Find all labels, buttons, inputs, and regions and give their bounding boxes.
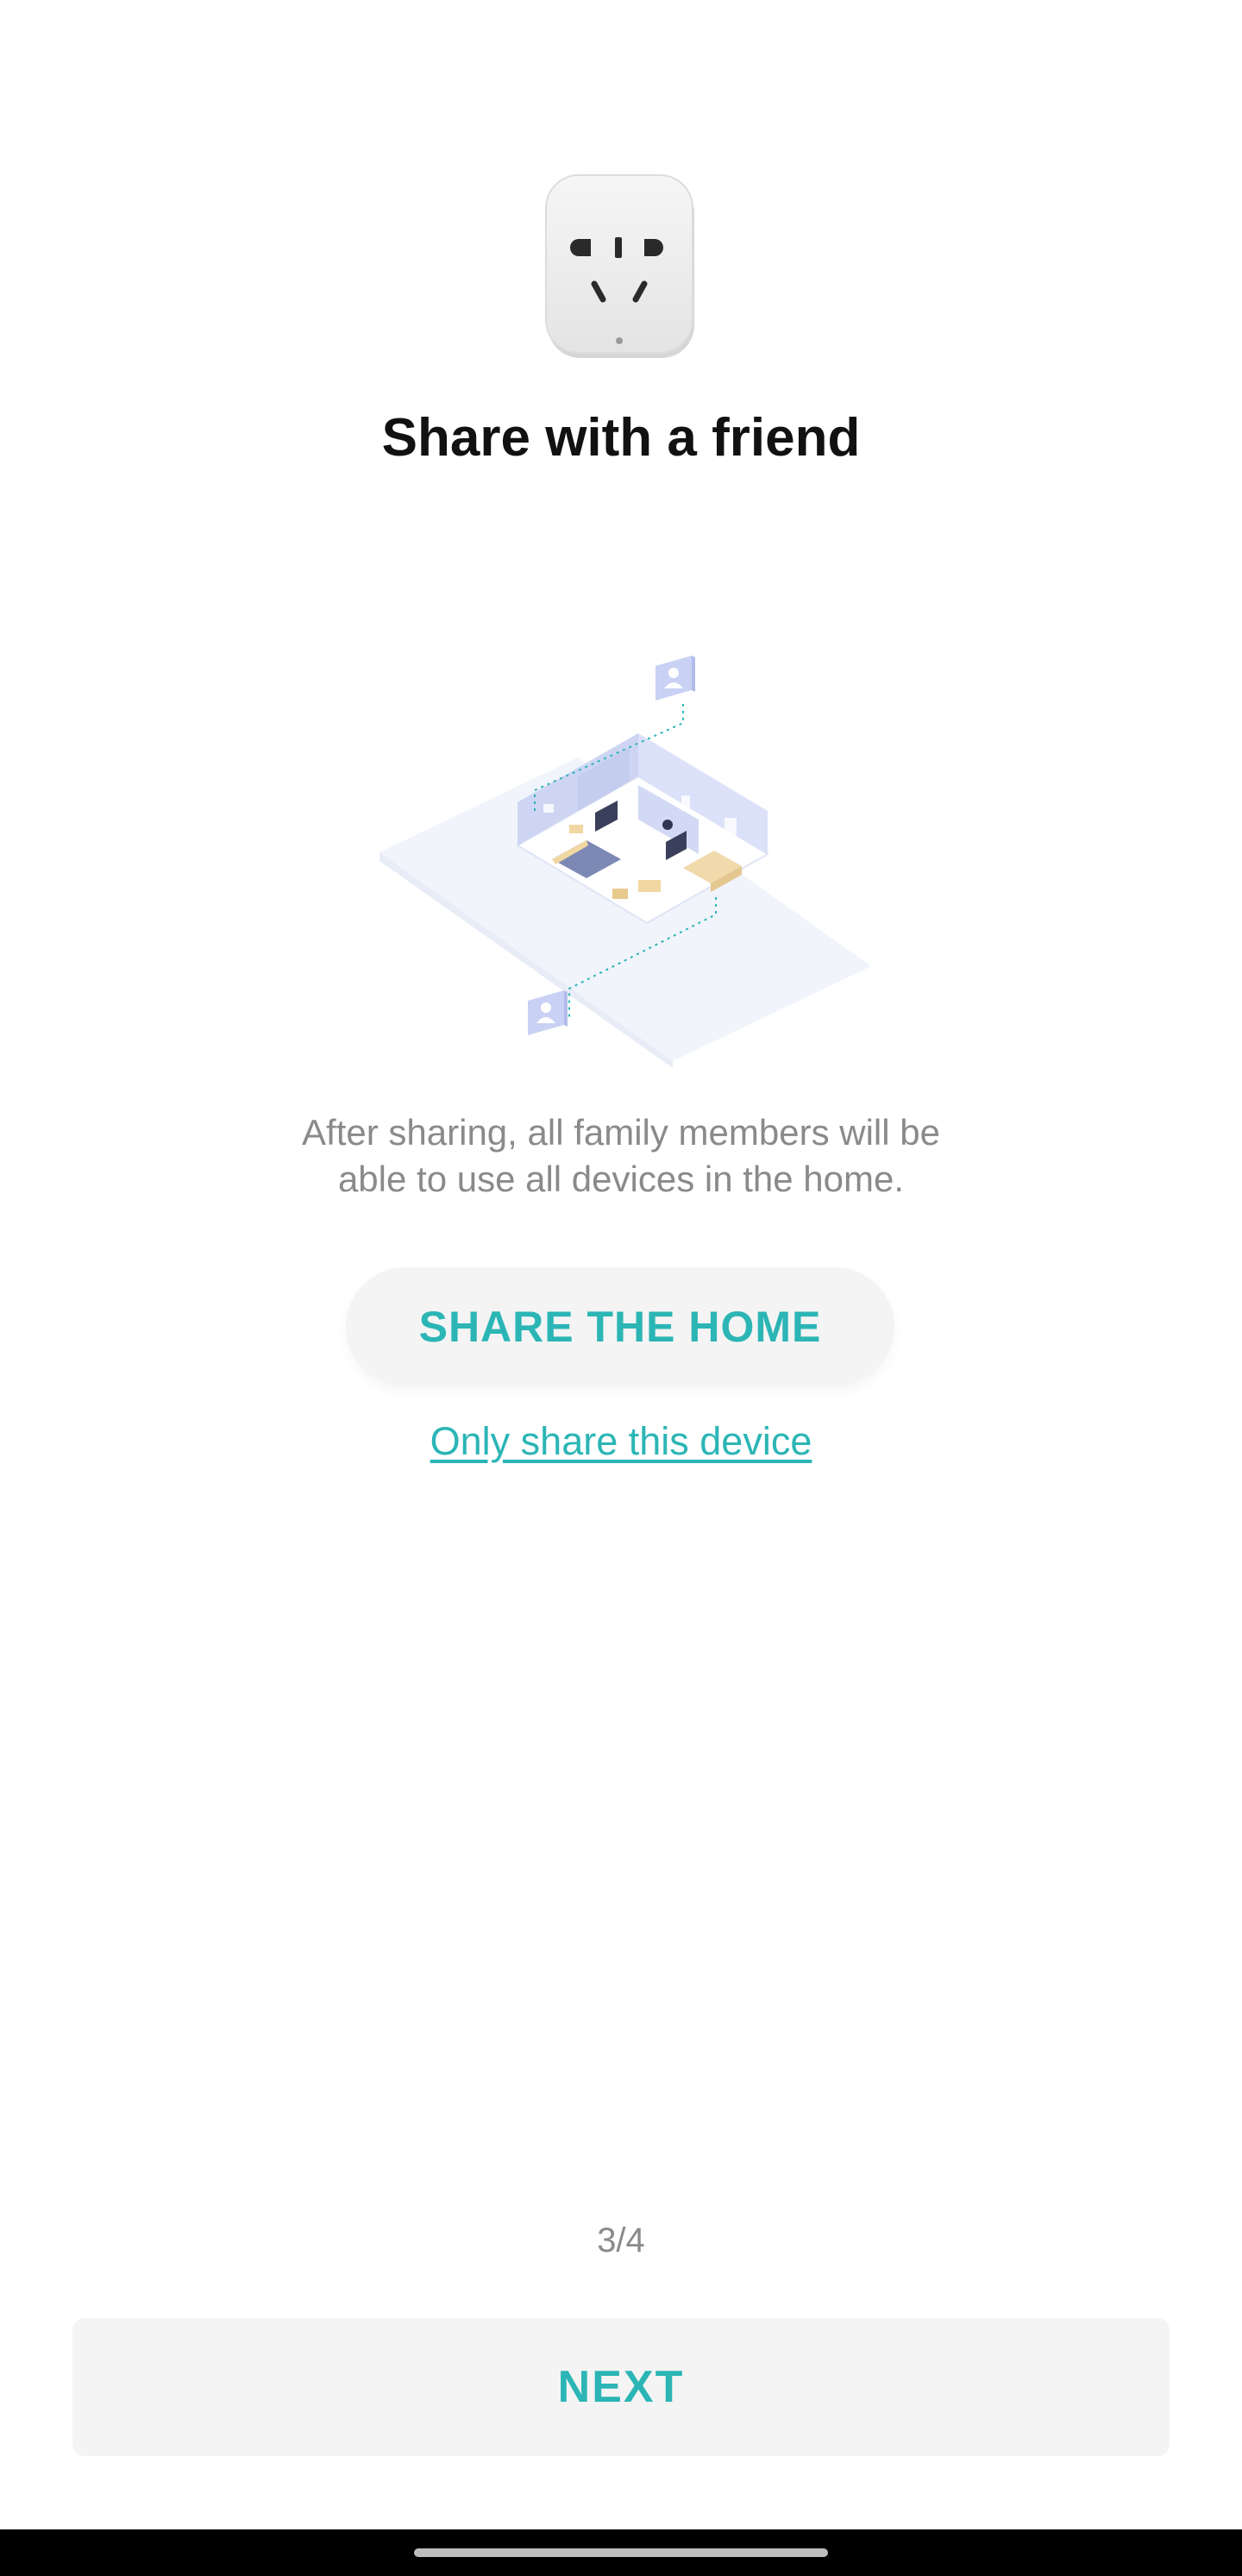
- smart-plug-icon: [543, 173, 699, 361]
- description-line-2: able to use all devices in the home.: [337, 1159, 905, 1199]
- share-home-button[interactable]: SHARE THE HOME: [346, 1267, 894, 1386]
- user-card-bottom: [528, 990, 568, 1035]
- home-indicator[interactable]: [414, 2548, 828, 2557]
- home-sharing-illustration: [362, 656, 880, 1070]
- share-page: Share with a friend After sharing, all f…: [0, 0, 1242, 2576]
- page-indicator: 3/4: [597, 2221, 645, 2259]
- description-line-1: After sharing, all family members will b…: [302, 1112, 940, 1153]
- sharing-description: After sharing, all family members will b…: [224, 1109, 1018, 1203]
- system-navigation-bar: [0, 2529, 1242, 2576]
- user-card-top: [656, 656, 695, 701]
- next-button[interactable]: NEXT: [72, 2318, 1170, 2456]
- share-device-link[interactable]: Only share this device: [0, 1419, 1242, 1464]
- page-title: Share with a friend: [381, 408, 861, 468]
